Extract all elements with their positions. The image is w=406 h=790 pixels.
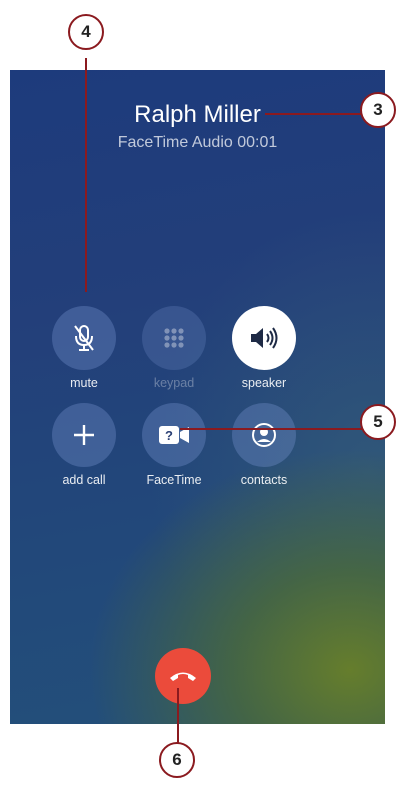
contact-icon [252,423,276,447]
callout-3: 3 [360,92,396,128]
callout-4: 4 [68,14,104,50]
speaker-label: speaker [241,376,287,390]
callout-leader-3 [265,113,361,115]
callout-leader-5 [180,428,362,430]
svg-text:?: ? [165,428,173,443]
end-call-button[interactable] [155,648,211,704]
caller-name: Ralph Miller [134,101,261,128]
call-status: FaceTime Audio 00:01 [117,134,278,151]
call-screen: Ralph Miller FaceTime Audio 00:01 mute k… [10,70,385,724]
keypad-icon [164,328,184,348]
callout-5: 5 [360,404,396,440]
mute-button[interactable] [52,306,116,370]
speaker-icon [251,327,278,349]
keypad-label: keypad [153,376,195,390]
phone-hangup-icon [170,672,196,681]
contacts-label: contacts [240,473,288,487]
contacts-button[interactable] [232,403,296,467]
add-call-button[interactable] [52,403,116,467]
callout-leader-6 [177,688,179,744]
facetime-label: FaceTime [146,473,202,487]
add-call-label: add call [62,473,106,487]
keypad-button[interactable] [142,306,206,370]
mute-label: mute [70,376,98,390]
speaker-button[interactable] [232,306,296,370]
callout-6: 6 [159,742,195,778]
mic-slash-icon [74,325,94,351]
plus-icon [74,425,94,445]
callout-leader-4 [85,58,87,292]
facetime-button[interactable]: ? [142,403,206,467]
